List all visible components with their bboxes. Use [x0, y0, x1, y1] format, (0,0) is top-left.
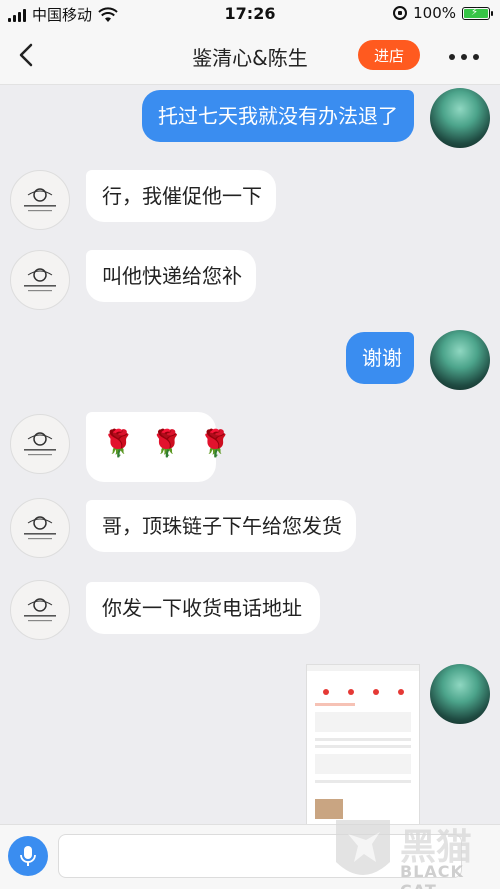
message-bubble-incoming[interactable]: 哥，顶珠链子下午给您发货 [86, 500, 356, 552]
message-bubble-incoming[interactable]: 行，我催促他一下 [86, 170, 276, 222]
microphone-icon [20, 846, 36, 866]
seller-avatar[interactable] [10, 250, 70, 310]
message-bubble-outgoing[interactable]: 托过七天我就没有办法退了 [142, 90, 414, 142]
orientation-lock-icon [393, 6, 408, 20]
image-title-bar [307, 671, 419, 687]
image-progress-steps [307, 687, 419, 699]
seller-avatar[interactable] [10, 170, 70, 230]
image-block [315, 754, 411, 774]
shop-logo-icon [24, 598, 56, 622]
shop-logo-icon [24, 516, 56, 540]
more-dot-icon [473, 54, 479, 60]
message-list[interactable]: 托过七天我就没有办法退了 行，我催促他一下 叫他快递给您补 谢谢 🌹 🌹 🌹 哥… [0, 84, 500, 826]
more-options-button[interactable] [444, 52, 484, 62]
more-dot-icon [449, 54, 455, 60]
voice-input-button[interactable] [8, 836, 48, 876]
shop-logo-icon [24, 188, 56, 212]
message-input[interactable] [58, 834, 462, 878]
message-bubble-outgoing[interactable]: 谢谢 [346, 332, 414, 384]
image-line [315, 738, 411, 741]
image-line [315, 703, 355, 706]
seller-avatar[interactable] [10, 580, 70, 640]
buyer-avatar[interactable] [430, 88, 490, 148]
chat-header: 鉴清心&陈生 进店 [0, 28, 500, 85]
buyer-avatar[interactable] [430, 330, 490, 390]
more-dot-icon [461, 54, 467, 60]
image-block [315, 712, 411, 732]
shop-logo-icon [24, 268, 56, 292]
enter-store-button[interactable]: 进店 [358, 40, 420, 70]
image-thumbnail [315, 799, 343, 819]
battery-percent: 100% [413, 4, 456, 22]
status-right: 100% ⚡ [393, 4, 493, 22]
message-bubble-incoming[interactable]: 叫他快递给您补 [86, 250, 256, 302]
image-line [315, 780, 411, 783]
chat-title: 鉴清心&陈生 [192, 46, 308, 70]
seller-avatar[interactable] [10, 414, 70, 474]
image-line [315, 745, 411, 748]
order-screenshot-image[interactable] [306, 664, 420, 826]
seller-avatar[interactable] [10, 498, 70, 558]
message-bubble-incoming[interactable]: 你发一下收货电话地址 [86, 582, 320, 634]
battery-icon: ⚡ [462, 6, 493, 20]
status-bar: 中国移动 17:26 100% ⚡ [0, 0, 500, 28]
input-bar [0, 824, 500, 889]
buyer-avatar[interactable] [430, 664, 490, 724]
shop-logo-icon [24, 432, 56, 456]
message-bubble-emoji[interactable]: 🌹 🌹 🌹 [86, 412, 232, 482]
chat-screen: 中国移动 17:26 100% ⚡ 鉴清心&陈生 进店 托过七天我就没有办法退了… [0, 0, 500, 889]
